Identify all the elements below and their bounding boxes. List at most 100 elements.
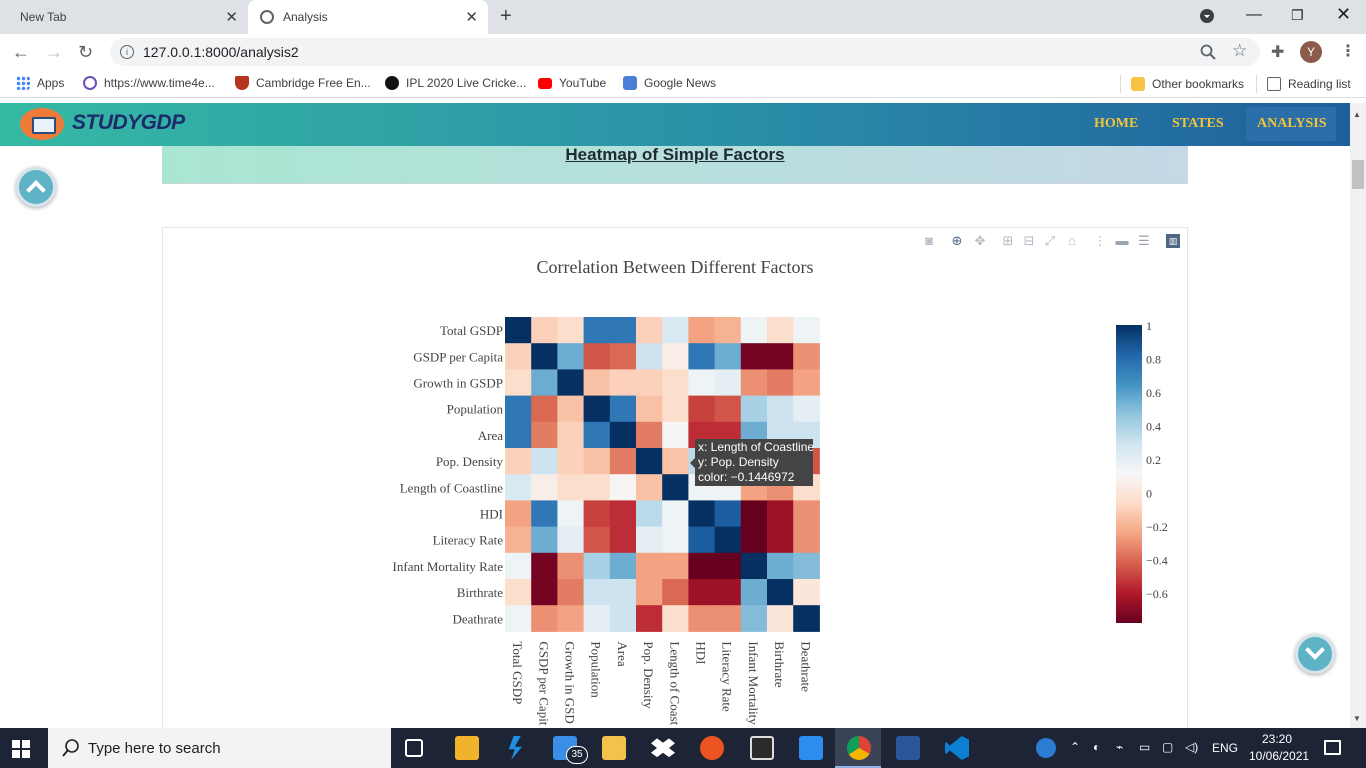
heatmap-cell[interactable] [740, 395, 768, 423]
heatmap-cell[interactable] [740, 317, 768, 344]
heatmap-cell[interactable] [767, 369, 794, 397]
meet-icon[interactable]: ◐ [1093, 740, 1100, 754]
heatmap-cell[interactable] [688, 395, 716, 423]
heatmap-cell[interactable] [636, 552, 663, 580]
close-tab-icon[interactable]: ✕ [465, 8, 478, 26]
heatmap-cell[interactable] [714, 500, 742, 528]
heatmap-cell[interactable] [714, 579, 742, 606]
heatmap-cell[interactable] [767, 579, 794, 606]
heatmap-cell[interactable] [557, 369, 585, 397]
window-close-icon[interactable]: ✕ [1336, 4, 1351, 25]
heatmap-cell[interactable] [609, 552, 637, 580]
heatmap-cell[interactable] [583, 343, 611, 370]
heatmap-cell[interactable] [609, 421, 637, 449]
heatmap-cell[interactable] [636, 579, 663, 606]
zoom-icon[interactable] [1200, 44, 1216, 60]
heatmap-cell[interactable] [505, 421, 532, 449]
heatmap-cell[interactable] [609, 500, 637, 528]
heatmap-cell[interactable] [505, 317, 532, 344]
store-icon[interactable] [455, 736, 479, 760]
heatmap-cell[interactable] [609, 343, 637, 370]
heatmap-cell[interactable] [583, 474, 611, 501]
terminal-icon[interactable] [750, 736, 774, 760]
heatmap-cell[interactable] [662, 500, 689, 528]
bookmark-google-news[interactable]: Google News [623, 76, 716, 90]
logo-icon[interactable] [20, 108, 64, 140]
heatmap-cell[interactable] [767, 343, 794, 370]
extensions-icon[interactable]: ✚ [1271, 42, 1284, 62]
nav-home[interactable]: HOME [1094, 116, 1138, 132]
heatmap-cell[interactable] [767, 500, 794, 528]
heatmap-cell[interactable] [740, 500, 768, 528]
heatmap-cell[interactable] [767, 552, 794, 580]
heatmap-cell[interactable] [557, 526, 585, 554]
heatmap-cell[interactable] [531, 526, 558, 554]
avatar[interactable]: Y [1300, 41, 1322, 63]
forward-icon[interactable]: → [45, 42, 63, 63]
network-icon[interactable]: ⌁ [1116, 740, 1123, 754]
heatmap-cell[interactable] [714, 605, 742, 632]
heatmap-cell[interactable] [688, 343, 716, 370]
heatmap-cell[interactable] [793, 605, 820, 632]
heatmap-cell[interactable] [531, 500, 558, 528]
heatmap-cell[interactable] [505, 474, 532, 501]
heatmap-cell[interactable] [688, 605, 716, 632]
heatmap-cell[interactable] [505, 448, 532, 475]
scroll-arrow-down-icon[interactable]: ▼ [1353, 714, 1361, 723]
heatmap-cell[interactable] [505, 369, 532, 397]
heatmap-cell[interactable] [688, 317, 716, 344]
heatmap-cell[interactable] [505, 526, 532, 554]
heatmap-cell[interactable] [583, 421, 611, 449]
site-info-icon[interactable]: i [120, 45, 134, 59]
heatmap-cell[interactable] [505, 579, 532, 606]
heatmap-cell[interactable] [662, 421, 689, 449]
heatmap-cell[interactable] [636, 343, 663, 370]
heatmap-cell[interactable] [583, 552, 611, 580]
taskbar-search-input[interactable]: Type here to search [48, 728, 391, 768]
heatmap-cell[interactable] [662, 552, 689, 580]
bookmark-cambridge[interactable]: Cambridge Free En... [235, 76, 371, 90]
heatmap-cell[interactable] [609, 605, 637, 632]
heatmap-cell[interactable] [793, 369, 820, 397]
task-view-icon[interactable] [405, 739, 423, 757]
heatmap-cell[interactable] [636, 317, 663, 344]
heatmap-cell[interactable] [531, 369, 558, 397]
logo-text[interactable]: STUDYGDP [72, 111, 185, 135]
heatmap-cell[interactable] [662, 579, 689, 606]
heatmap-cell[interactable] [688, 369, 716, 397]
bookmark-apps[interactable]: Apps [16, 76, 64, 90]
heatmap-cell[interactable] [609, 448, 637, 475]
minimize-icon[interactable]: — [1246, 6, 1262, 24]
volume-icon[interactable]: ◁) [1185, 740, 1198, 754]
heatmap-cell[interactable] [583, 317, 611, 344]
heatmap-cell[interactable] [531, 343, 558, 370]
heatmap-cell[interactable] [636, 500, 663, 528]
heatmap-cell[interactable] [767, 317, 794, 344]
notification-icon[interactable] [1324, 740, 1341, 755]
back-icon[interactable]: ← [12, 42, 30, 63]
new-tab-button[interactable]: + [500, 5, 512, 28]
heatmap-cell[interactable] [767, 526, 794, 554]
heatmap-cell[interactable] [583, 500, 611, 528]
heatmap-cell[interactable] [714, 317, 742, 344]
heatmap-cell[interactable] [740, 579, 768, 606]
heatmap-cell[interactable] [505, 343, 532, 370]
word-icon[interactable] [896, 736, 920, 760]
heatmap-cell[interactable] [531, 474, 558, 501]
heatmap-cell[interactable] [609, 369, 637, 397]
heatmap-cell[interactable] [505, 605, 532, 632]
nav-analysis[interactable]: ANALYSIS [1257, 116, 1327, 132]
heatmap-cell[interactable] [662, 605, 689, 632]
heatmap-cell[interactable] [793, 579, 820, 606]
scroll-down-button[interactable] [1295, 634, 1335, 674]
profile-menu-icon[interactable] [1200, 9, 1214, 23]
scrollbar-thumb[interactable] [1352, 160, 1364, 189]
heatmap-cell[interactable] [714, 343, 742, 370]
heatmap-cell[interactable] [531, 552, 558, 580]
bookmark-youtube[interactable]: YouTube [538, 76, 606, 90]
scroll-arrow-up-icon[interactable]: ▲ [1353, 110, 1361, 119]
heatmap-cell[interactable] [583, 448, 611, 475]
heatmap-cell[interactable] [531, 395, 558, 423]
heatmap-cell[interactable] [662, 317, 689, 344]
page-scrollbar[interactable] [1350, 103, 1366, 728]
